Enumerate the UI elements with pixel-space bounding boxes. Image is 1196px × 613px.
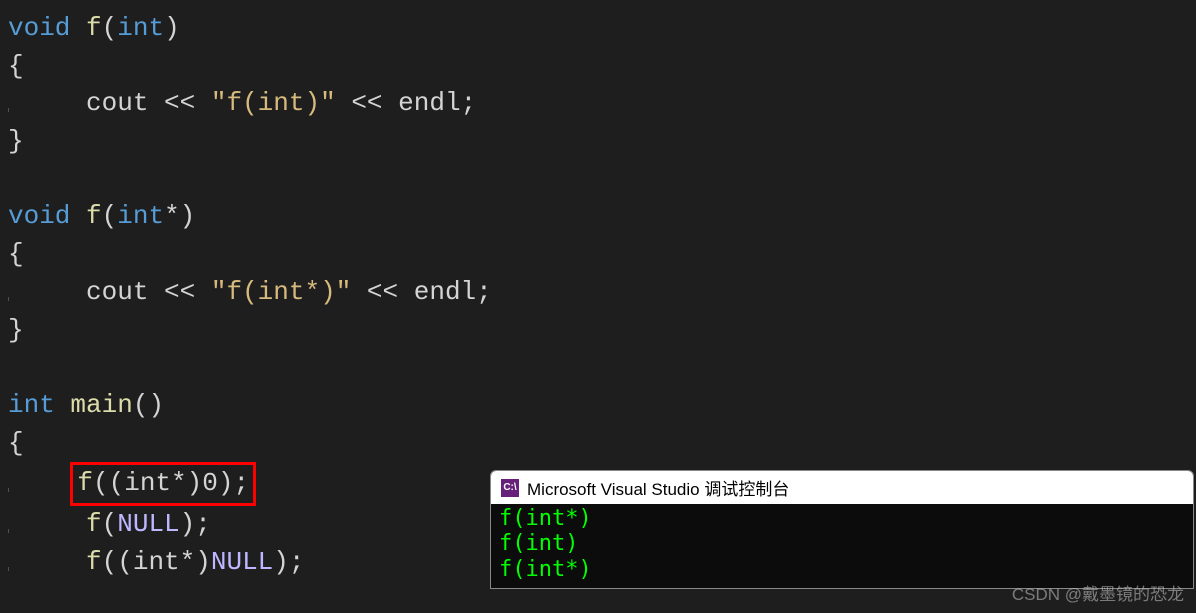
function-main: main: [70, 390, 132, 420]
code-line: void f(int*): [8, 198, 1196, 236]
code-line: {: [8, 236, 1196, 274]
console-line: f(int*): [499, 506, 1185, 531]
ident-cout: cout: [86, 88, 148, 118]
code-line: }: [8, 312, 1196, 350]
code-line: cout << "f(int*)" << endl;: [8, 274, 1196, 312]
keyword-void: void: [8, 13, 70, 43]
code-line: {: [8, 425, 1196, 463]
type-int: int: [117, 13, 164, 43]
console-output: f(int*) f(int) f(int*): [491, 504, 1193, 588]
null-keyword: NULL: [117, 509, 179, 539]
function-name: f: [86, 13, 102, 43]
string-literal: "f(int)": [211, 88, 336, 118]
code-line: void f(int): [8, 10, 1196, 48]
console-titlebar[interactable]: C:\ Microsoft Visual Studio 调试控制台: [491, 471, 1193, 504]
code-line: [8, 161, 1196, 199]
console-title: Microsoft Visual Studio 调试控制台: [527, 475, 789, 500]
console-line: f(int*): [499, 557, 1185, 582]
watermark-text: CSDN @戴墨镜的恐龙: [1012, 580, 1184, 605]
ident-endl: endl: [398, 88, 460, 118]
console-line: f(int): [499, 531, 1185, 556]
code-line: }: [8, 123, 1196, 161]
highlighted-code-box: f((int*)0);: [70, 462, 256, 506]
string-literal: "f(int*)": [211, 277, 351, 307]
code-line: [8, 349, 1196, 387]
visual-studio-icon: C:\: [501, 479, 519, 497]
console-window[interactable]: C:\ Microsoft Visual Studio 调试控制台 f(int*…: [490, 470, 1194, 589]
code-line: int main(): [8, 387, 1196, 425]
code-line: cout << "f(int)" << endl;: [8, 85, 1196, 123]
code-line: {: [8, 48, 1196, 86]
